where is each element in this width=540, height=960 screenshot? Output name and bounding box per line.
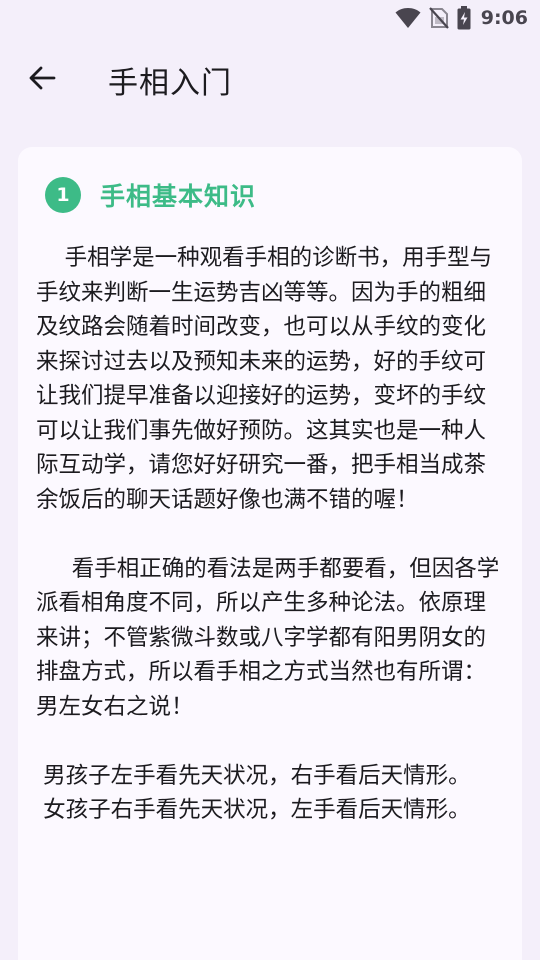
section-title: 手相基本知识	[100, 182, 257, 211]
wifi-icon	[395, 7, 421, 29]
app-bar: 手相入门	[0, 36, 540, 124]
battery-charging-icon	[457, 6, 471, 30]
arrow-back-icon	[28, 66, 56, 94]
section-header: 1 手相基本知识	[45, 175, 502, 215]
screen: 9:06 手相入门 1 手相基本知识 手相学是一种观看手相的诊断书，用手型与手纹…	[0, 0, 540, 960]
no-sim-icon	[428, 7, 449, 29]
back-button[interactable]	[18, 56, 66, 104]
status-time: 9:06	[480, 7, 528, 29]
content-card: 1 手相基本知识 手相学是一种观看手相的诊断书，用手型与手纹来判断一生运势吉凶等…	[18, 147, 522, 960]
section-body-text: 手相学是一种观看手相的诊断书，用手型与手纹来判断一生运势吉凶等等。因为手的粗细及…	[36, 245, 500, 823]
page-title: 手相入门	[108, 66, 232, 101]
section-number-badge: 1	[45, 177, 81, 213]
status-bar: 9:06	[0, 0, 540, 36]
